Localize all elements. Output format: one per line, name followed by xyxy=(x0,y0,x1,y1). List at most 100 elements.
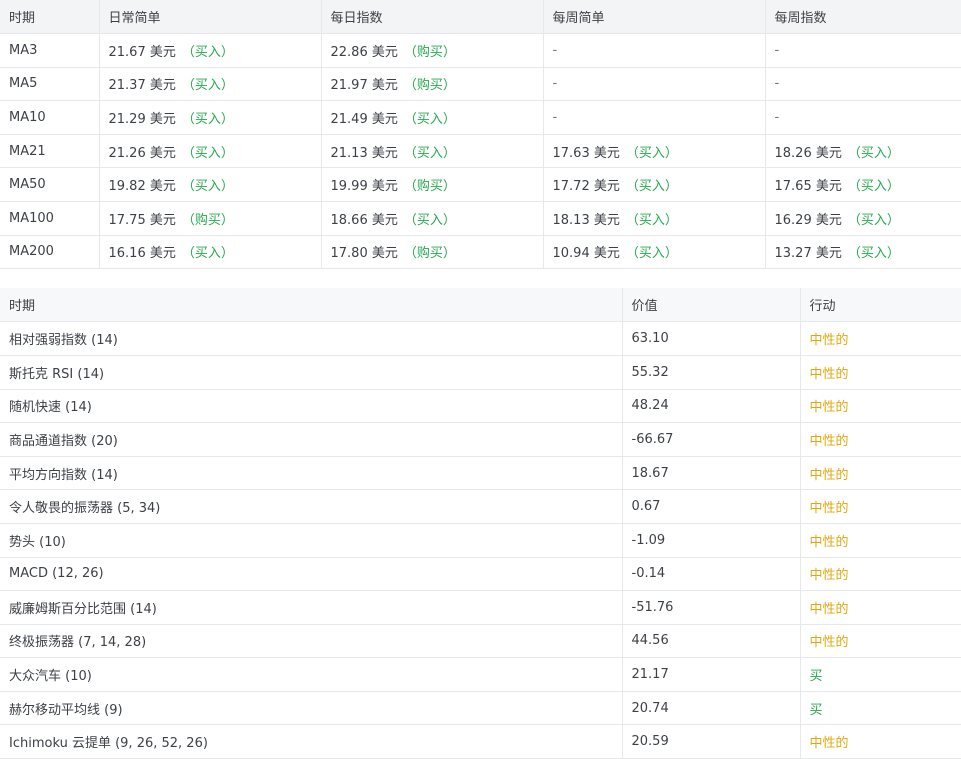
indicator-value-cell: 18.67 xyxy=(621,456,800,491)
indicator-name-cell: Ichimoku 云提单 (9, 26, 52, 26) xyxy=(0,724,622,759)
indicator-action-cell: 中性的 xyxy=(799,355,961,390)
ma-value-cell: 21.67 美元 （买入） xyxy=(98,33,321,68)
ma-value-cell: 18.13 美元 （买入） xyxy=(542,201,765,236)
indicator-name-cell: 终极振荡器 (7, 14, 28) xyxy=(0,624,622,659)
ma-value-cell: 21.29 美元 （买入） xyxy=(98,100,321,135)
table-row: 大众汽车 (10) 21.17 买 xyxy=(0,657,961,692)
indicator-name-cell: 斯托克 RSI (14) xyxy=(0,355,622,390)
ma-value-cell: 19.99 美元 （购买） xyxy=(320,167,543,203)
ma-signal: （买入） xyxy=(847,179,900,195)
ma-value-cell: 17.63 美元 （买入） xyxy=(542,134,765,169)
ma-value-cell: 21.26 美元 （买入） xyxy=(98,134,321,169)
ma-value-cell: 19.82 美元 （买入） xyxy=(98,167,321,203)
ma-value-cell: - xyxy=(542,100,765,135)
indicator-value-cell: 63.10 xyxy=(621,321,800,356)
ma-value: - xyxy=(774,76,780,92)
ma-header-row: 时期 日常简单 每日指数 每周简单 每周指数 xyxy=(0,0,961,35)
indicator-action-cell: 中性的 xyxy=(799,422,961,457)
ma-value: 21.49 美元 xyxy=(330,112,398,128)
ma-value-cell: 18.66 美元 （买入） xyxy=(320,201,543,236)
ma-signal: （买入） xyxy=(625,246,678,262)
ma-value-cell: 21.97 美元 （购买） xyxy=(320,67,543,102)
ma-value-cell: 17.72 美元 （买入） xyxy=(542,167,765,203)
ma-value: 16.16 美元 xyxy=(108,246,176,262)
table-row: 平均方向指数 (14) 18.67 中性的 xyxy=(0,456,961,491)
table-row: 赫尔移动平均线 (9) 20.74 买 xyxy=(0,691,961,726)
ma-value: - xyxy=(552,110,558,126)
indicator-action-cell: 中性的 xyxy=(799,724,961,759)
ma-value: 17.75 美元 xyxy=(108,212,176,228)
ma-signal: （买入） xyxy=(181,78,234,94)
ma-value: 18.66 美元 xyxy=(330,212,398,228)
ma-signal: （买入） xyxy=(181,246,234,262)
ma-period-cell: MA50 xyxy=(0,167,99,203)
osc-header-period: 时期 xyxy=(0,288,622,323)
indicator-value-cell: 21.17 xyxy=(621,657,800,692)
ma-value: 16.29 美元 xyxy=(774,212,842,228)
ma-value: - xyxy=(774,110,780,126)
indicator-action-cell: 中性的 xyxy=(799,389,961,424)
ma-header-period: 时期 xyxy=(0,0,99,35)
osc-header-row: 时期 价值 行动 xyxy=(0,288,961,323)
ma-value-cell: 18.26 美元 （买入） xyxy=(764,134,961,169)
ma-header-daily-exponential: 每日指数 xyxy=(320,0,543,35)
ma-value-cell: 17.65 美元 （买入） xyxy=(764,167,961,203)
ma-value: 21.67 美元 xyxy=(108,44,176,60)
indicator-action-cell: 中性的 xyxy=(799,456,961,491)
table-row: MACD (12, 26) -0.14 中性的 xyxy=(0,557,961,592)
ma-value: - xyxy=(552,76,558,92)
indicator-value-cell: 20.59 xyxy=(621,724,800,759)
table-row: MA100 17.75 美元 （购买） 18.66 美元 （买入） 18.13 美元 （买入… xyxy=(0,201,961,236)
indicator-name-cell: 令人敬畏的振荡器 (5, 34) xyxy=(0,489,622,524)
ma-signal: （购买） xyxy=(181,212,234,228)
osc-header-action: 行动 xyxy=(799,288,961,323)
ma-value: 22.86 美元 xyxy=(330,44,398,60)
ma-period-cell: MA10 xyxy=(0,100,99,135)
ma-value: 18.26 美元 xyxy=(774,145,842,161)
indicator-value-cell: 20.74 xyxy=(621,691,800,726)
ma-value-cell: 16.29 美元 （买入） xyxy=(764,201,961,236)
indicator-action-cell: 中性的 xyxy=(799,489,961,524)
ma-value-cell: 17.75 美元 （购买） xyxy=(98,201,321,236)
ma-value-cell: - xyxy=(542,33,765,68)
ma-signal: （买入） xyxy=(625,179,678,195)
indicator-action-cell: 中性的 xyxy=(799,321,961,356)
indicator-value-cell: -66.67 xyxy=(621,422,800,457)
ma-value: 19.99 美元 xyxy=(330,179,398,195)
ma-signal: （买入） xyxy=(403,112,456,128)
ma-signal: （买入） xyxy=(847,246,900,262)
table-row: 斯托克 RSI (14) 55.32 中性的 xyxy=(0,355,961,390)
table-row: 令人敬畏的振荡器 (5, 34) 0.67 中性的 xyxy=(0,489,961,524)
indicator-action-cell: 中性的 xyxy=(799,624,961,659)
indicator-action-cell: 中性的 xyxy=(799,523,961,558)
ma-value: 21.13 美元 xyxy=(330,145,398,161)
indicator-name-cell: MACD (12, 26) xyxy=(0,557,622,592)
ma-value: 17.72 美元 xyxy=(552,179,620,195)
ma-value-cell: - xyxy=(764,33,961,68)
ma-value: - xyxy=(552,42,558,58)
ma-value: 17.63 美元 xyxy=(552,145,620,161)
ma-value-cell: - xyxy=(764,100,961,135)
ma-signal: （购买） xyxy=(403,179,456,195)
ma-value: 17.80 美元 xyxy=(330,246,398,262)
ma-period-cell: MA5 xyxy=(0,67,99,102)
ma-signal: （买入） xyxy=(181,112,234,128)
ma-value: 21.26 美元 xyxy=(108,145,176,161)
ma-signal: （买入） xyxy=(403,212,456,228)
table-row: 商品通道指数 (20) -66.67 中性的 xyxy=(0,422,961,457)
ma-value: 17.65 美元 xyxy=(774,179,842,195)
table-row: MA10 21.29 美元 （买入） 21.49 美元 （买入） - - xyxy=(0,100,961,135)
ma-period-cell: MA21 xyxy=(0,134,99,169)
table-row: MA200 16.16 美元 （买入） 17.80 美元 （购买） 10.94 美元 （买入… xyxy=(0,235,961,270)
ma-signal: （购买） xyxy=(403,246,456,262)
indicator-name-cell: 商品通道指数 (20) xyxy=(0,422,622,457)
ma-value: - xyxy=(774,42,780,58)
osc-header-value: 价值 xyxy=(621,288,800,323)
ma-value: 10.94 美元 xyxy=(552,246,620,262)
ma-period-cell: MA3 xyxy=(0,33,99,68)
ma-period-cell: MA100 xyxy=(0,201,99,236)
indicator-name-cell: 相对强弱指数 (14) xyxy=(0,321,622,356)
ma-value-cell: 21.49 美元 （买入） xyxy=(320,100,543,135)
ma-value: 21.97 美元 xyxy=(330,78,398,94)
ma-period-cell: MA200 xyxy=(0,235,99,270)
